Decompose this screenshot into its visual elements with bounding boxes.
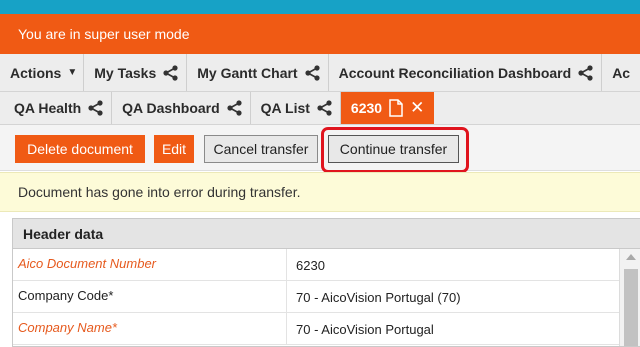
tab-document-6230[interactable]: 6230 ✕ <box>340 92 435 124</box>
notice-text: Document has gone into error during tran… <box>18 184 301 200</box>
table-row: Company Code* 70 - AicoVision Portugal (… <box>13 281 640 313</box>
panel-title: Header data <box>13 219 640 249</box>
vertical-scrollbar[interactable] <box>619 249 640 346</box>
tab-truncated[interactable]: Ac <box>602 54 636 91</box>
tab-bar-row-1: Actions ▼ My Tasks My Gantt Chart Accoun… <box>0 54 640 92</box>
share-icon[interactable] <box>226 99 244 117</box>
tab-bar-row-2: QA Health QA Dashboard QA List 6230 ✕ <box>0 92 640 125</box>
tab-qa-list[interactable]: QA List <box>251 92 341 124</box>
share-icon[interactable] <box>304 64 322 82</box>
tab-my-tasks[interactable]: My Tasks <box>84 54 188 91</box>
tab-label: My Gantt Chart <box>197 64 298 81</box>
tab-label: QA Health <box>14 100 82 116</box>
scroll-up-icon[interactable] <box>626 254 636 260</box>
field-value[interactable]: 70 - AicoVision Portugal <box>286 313 618 345</box>
close-icon[interactable]: ✕ <box>410 98 424 118</box>
tab-label: Ac <box>612 64 631 81</box>
tab-qa-dashboard[interactable]: QA Dashboard <box>112 92 251 124</box>
scrollbar-thumb[interactable] <box>624 269 638 346</box>
field-label: Company Code* <box>18 288 114 303</box>
tab-label: QA Dashboard <box>122 100 220 116</box>
tab-my-gantt-chart[interactable]: My Gantt Chart <box>187 54 329 91</box>
caret-down-icon: ▼ <box>67 67 78 78</box>
header-data-panel: Header data Aico Document Number 6230 Co… <box>12 218 640 347</box>
field-label: Company Name* <box>18 320 117 335</box>
table-row: Company Name* 70 - AicoVision Portugal <box>13 313 640 345</box>
cancel-transfer-button[interactable]: Cancel transfer <box>204 135 318 163</box>
document-toolbar: Delete document Edit Cancel transfer Con… <box>0 125 640 171</box>
tab-label: Account Reconciliation Dashboard <box>338 64 572 81</box>
share-icon[interactable] <box>87 99 105 117</box>
tab-label: QA List <box>260 100 310 116</box>
tab-account-reconciliation-dashboard[interactable]: Account Reconciliation Dashboard <box>329 54 603 91</box>
tab-qa-health[interactable]: QA Health <box>0 92 113 124</box>
field-value[interactable]: 70 - AicoVision Portugal (70) <box>286 281 618 313</box>
error-notice: Document has gone into error during tran… <box>0 172 640 212</box>
tab-actions[interactable]: Actions ▼ <box>0 54 85 91</box>
document-icon <box>389 99 403 117</box>
tab-label: Actions <box>10 64 62 81</box>
field-value[interactable]: 6230 <box>286 249 618 281</box>
top-accent-bar <box>0 0 640 14</box>
share-icon[interactable] <box>162 64 180 82</box>
tab-label: 6230 <box>350 100 383 116</box>
delete-document-button[interactable]: Delete document <box>15 135 145 163</box>
banner-text: You are in super user mode <box>18 26 190 42</box>
highlight-annotation <box>321 127 469 173</box>
share-icon[interactable] <box>577 64 595 82</box>
share-icon[interactable] <box>316 99 334 117</box>
table-row: Aico Document Number 6230 <box>13 249 640 281</box>
tab-label: My Tasks <box>94 64 157 81</box>
edit-button[interactable]: Edit <box>154 135 194 163</box>
field-label: Aico Document Number <box>18 256 156 271</box>
super-user-banner: You are in super user mode <box>0 14 640 54</box>
